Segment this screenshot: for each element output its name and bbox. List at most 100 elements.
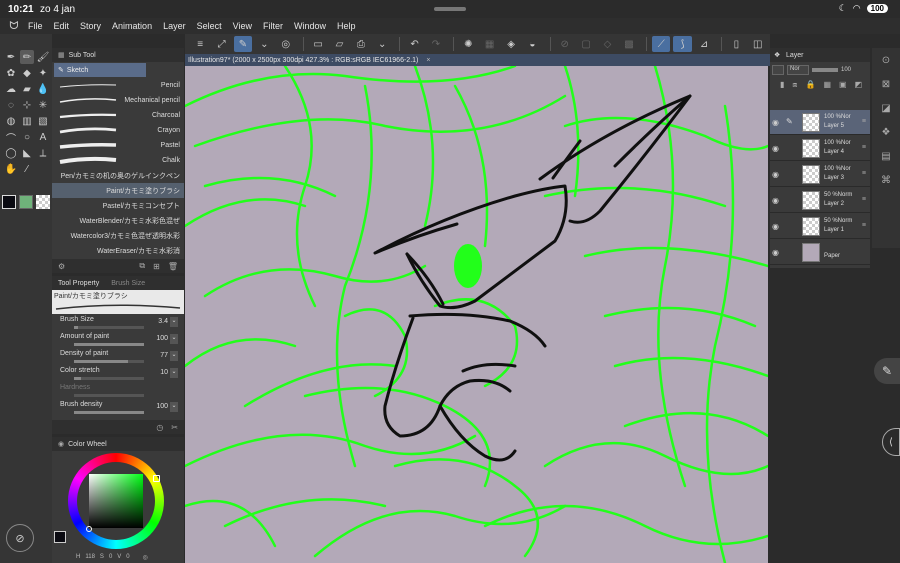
eye-icon[interactable]: ◉ (772, 196, 779, 205)
airbrush-icon[interactable]: ✿ (4, 66, 18, 80)
droplet-icon[interactable]: 💧 (36, 82, 50, 96)
move-layer-icon[interactable]: ⊹ (20, 98, 34, 112)
transparent-swatch[interactable] (36, 195, 50, 209)
app-logo-icon[interactable]: ᗢ (0, 20, 28, 33)
menu-window[interactable]: Window (294, 21, 326, 31)
companion-icon[interactable]: ▯ (727, 36, 745, 52)
clip-icon[interactable]: ▮ (780, 80, 784, 90)
property-slider[interactable] (74, 394, 144, 397)
trash-icon[interactable]: 🗑 (168, 262, 178, 271)
brush-icon[interactable]: 🖌 (36, 50, 50, 64)
property-row[interactable]: Brush Size 3.4 ⌄ (60, 316, 178, 332)
chevron-down-icon[interactable]: ⌄ (170, 368, 178, 378)
layer-row[interactable]: ◉ 100 %Nor Layer 4 ≡ (770, 136, 870, 161)
property-row[interactable]: Amount of paint 100 ⌄ (60, 333, 178, 349)
chevron-down-icon[interactable]: ⌄ (170, 334, 178, 344)
reference-icon[interactable]: ⧈ (792, 80, 797, 90)
brush-item[interactable]: Pencil (52, 78, 184, 93)
edit-pencil-icon[interactable]: ✎ (874, 358, 900, 384)
property-slider[interactable] (74, 343, 144, 346)
property-slider[interactable] (74, 326, 144, 329)
tab-tool-property[interactable]: Tool Property (52, 280, 105, 287)
eye-icon[interactable]: ◉ (772, 248, 779, 257)
layer-row[interactable]: ◉ ✎ 100 %Nor Layer 5 ≡ (770, 110, 870, 135)
sparkle-icon[interactable]: ✳ (36, 98, 50, 112)
chevron-down-icon[interactable]: ⌄ (373, 36, 391, 52)
menu-help[interactable]: Help (337, 21, 356, 31)
menu-file[interactable]: File (28, 21, 43, 31)
pen-icon[interactable]: ✒ (4, 50, 18, 64)
tab-brush-size[interactable]: Brush Size (105, 280, 151, 287)
decoration-icon[interactable]: ✦ (36, 66, 50, 80)
layer-property-icon[interactable]: ◪ (877, 100, 895, 116)
property-slider[interactable] (74, 377, 144, 380)
copy-icon[interactable]: ⧉ (139, 261, 145, 271)
brush-item[interactable]: WaterEraser/カモミ水彩消 (52, 243, 184, 258)
gradient-icon[interactable]: ▥ (20, 114, 34, 128)
mesh-icon[interactable]: ▩ (620, 36, 638, 52)
chevron-down-icon[interactable]: ⌄ (170, 317, 178, 327)
property-row[interactable]: Hardness (60, 384, 178, 400)
hue-marker[interactable] (153, 475, 160, 482)
brush-item[interactable]: Pastel (52, 138, 184, 153)
menu-select[interactable]: Select (197, 21, 222, 31)
chevron-down-icon[interactable]: ⌄ (255, 36, 273, 52)
property-row[interactable]: Density of paint 77 ⌄ (60, 350, 178, 366)
save-icon[interactable]: ⎙ (352, 36, 370, 52)
lasso-icon[interactable]: ◌ (4, 98, 18, 112)
brush-item[interactable]: Paint/カモミ塗りブラシ (52, 183, 184, 198)
layer-menu-icon[interactable]: ≡ (862, 196, 866, 203)
navigator-icon[interactable]: ⊙ (877, 52, 895, 68)
deselect-icon[interactable]: ✺ (459, 36, 477, 52)
snap-special-ruler-icon[interactable]: ⟆ (673, 36, 692, 52)
brush-item[interactable]: Pen/カモミの机の奥のゲルインクペン (52, 168, 184, 183)
brush-item[interactable]: Crayon (52, 123, 184, 138)
layer-row[interactable]: ◉ 100 %Nor Layer 3 ≡ (770, 162, 870, 187)
vector-icon[interactable]: ◣ (20, 146, 34, 160)
menu-animation[interactable]: Animation (112, 21, 152, 31)
layer-menu-icon[interactable]: ≡ (862, 222, 866, 229)
eye-icon[interactable]: ◉ (772, 170, 779, 179)
crop-icon[interactable]: ▢ (577, 36, 595, 52)
brush-item[interactable]: Charcoal (52, 108, 184, 123)
chevron-down-icon[interactable]: ⌄ (170, 351, 178, 361)
multitask-handle[interactable] (434, 7, 466, 11)
brush-item[interactable]: Mechanical pencil (52, 93, 184, 108)
layer-row[interactable]: ◉ Paper (770, 240, 870, 265)
help-icon[interactable]: ◫ (749, 36, 767, 52)
ruler-layer-icon[interactable]: ◩ (855, 80, 863, 90)
wrench-icon[interactable]: ✂ (171, 423, 178, 432)
text-tool-icon[interactable]: A (36, 130, 50, 144)
settings-icon[interactable]: ⚙ (58, 262, 65, 271)
eraser-icon[interactable]: ◆ (20, 66, 34, 80)
ruler-icon[interactable]: ▧ (36, 114, 50, 128)
layer-icon[interactable]: ◎ (277, 36, 295, 52)
globe-icon[interactable]: ◍ (4, 114, 18, 128)
clear-icon[interactable]: ▦ (480, 36, 498, 52)
brush-item[interactable]: WaterBlender/カモミ水彩色混ぜ (52, 213, 184, 228)
fit-canvas-icon[interactable]: ⤢ (212, 36, 230, 52)
pencil-icon[interactable]: ✏ (20, 50, 34, 64)
property-slider[interactable] (74, 411, 144, 414)
eye-icon[interactable]: ◉ (772, 118, 779, 127)
hand-icon[interactable]: ✋ (4, 162, 18, 176)
fill-tool-icon[interactable]: ▰ (20, 82, 34, 96)
property-slider[interactable] (74, 360, 144, 363)
saturation-value-square[interactable] (89, 474, 143, 528)
add-icon[interactable]: ⊞ (153, 262, 160, 271)
layer-menu-icon[interactable]: ≡ (862, 144, 866, 151)
material-icon[interactable]: ⌘ (877, 172, 895, 188)
menu-layer[interactable]: Layer (163, 21, 186, 31)
drawing-canvas[interactable] (185, 66, 768, 563)
circle-tool-icon[interactable]: ○ (20, 130, 34, 144)
redo-icon[interactable]: ↷ (427, 36, 445, 52)
brush-item[interactable]: Pastel/カモミコンセプト (52, 198, 184, 213)
new-file-icon[interactable]: ▭ (309, 36, 327, 52)
lock-icon[interactable]: 🔒 (806, 80, 816, 90)
document-tab[interactable]: Illustration97* (2000 x 2500px 300dpi 42… (185, 54, 770, 66)
eye-icon[interactable]: ◉ (772, 222, 779, 231)
correct-line-icon[interactable]: ⟂ (36, 146, 50, 160)
snap-ruler-icon[interactable]: ⟋ (652, 36, 671, 52)
eye-icon[interactable]: ◉ (772, 144, 779, 153)
layer-menu-icon[interactable]: ≡ (862, 170, 866, 177)
